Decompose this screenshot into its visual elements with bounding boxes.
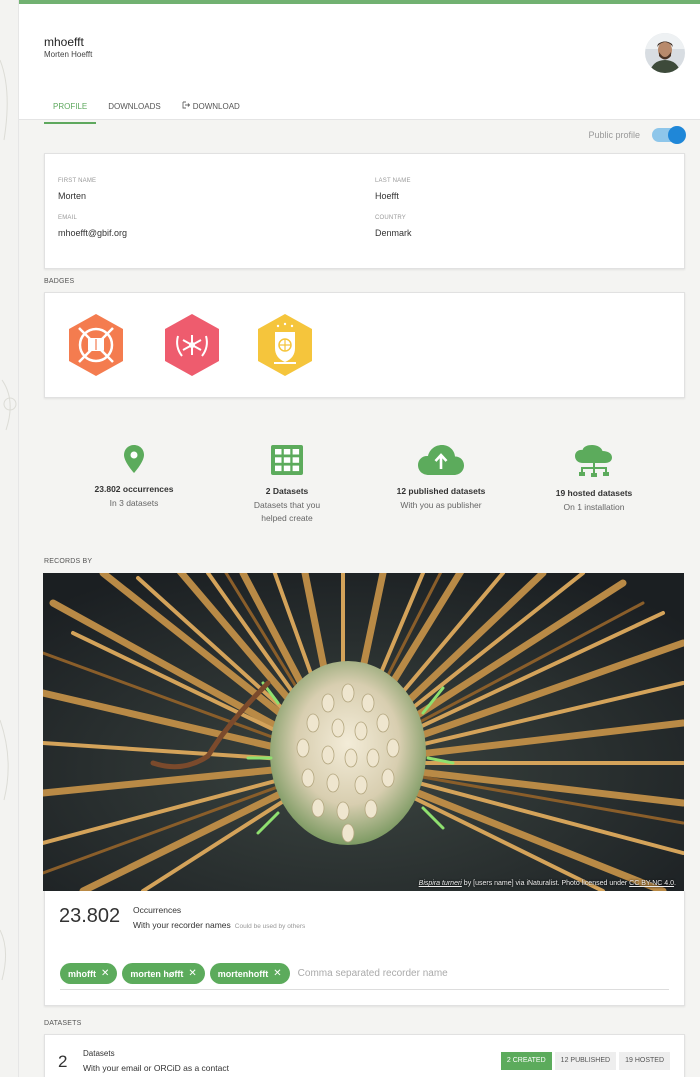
stat-datasets-sub: Datasets that you helped create (253, 500, 321, 523)
recorder-names-field: mhofft ✕ morten høfft ✕ mortenhofft ✕ (60, 963, 448, 984)
tab-downloads[interactable]: DOWNLOADS (108, 100, 160, 124)
first-name-value: Morten (58, 191, 87, 201)
close-icon[interactable]: ✕ (101, 968, 109, 979)
badges-heading: BADGES (44, 278, 75, 285)
occurrence-title: Occurrences (133, 905, 182, 915)
stat-datasets[interactable]: 2 Datasets Datasets that you helped crea… (222, 444, 352, 525)
occurrence-sub-text: With your recorder names (133, 920, 231, 930)
photo-credit: Bispira turneri by [users name] via iNat… (419, 880, 676, 887)
occurrence-count: 23.802 (59, 905, 121, 927)
country-value: Denmark (375, 228, 412, 238)
close-icon[interactable]: ✕ (188, 968, 196, 979)
public-profile-toggle[interactable] (652, 126, 686, 144)
email-label: EMAIL (58, 215, 78, 221)
star-badge-icon[interactable] (161, 312, 223, 378)
last-name-label: LAST NAME (375, 178, 411, 184)
occurrence-sub: With your recorder names Could be used by… (133, 920, 305, 930)
stat-datasets-title: 2 Datasets (265, 486, 309, 496)
tab-downloads-label: DOWNLOADS (108, 102, 161, 111)
occurrence-hint: Could be used by others (234, 923, 306, 930)
species-link[interactable]: Bispira turneri (419, 880, 462, 887)
recorder-names-input[interactable] (297, 968, 448, 979)
datasets-heading: DATASETS (44, 1020, 82, 1027)
recorder-chip-label: mhofft (68, 968, 96, 979)
stat-hosted-title: 19 hosted datasets (555, 488, 633, 498)
stat-published-sub: With you as publisher (400, 500, 482, 510)
last-name-value: Hoefft (375, 191, 399, 201)
stat-published-title: 12 published datasets (396, 486, 486, 496)
public-profile-row: Public profile (588, 126, 686, 144)
download-icon (182, 100, 190, 114)
full-name: Morten Hoefft (44, 50, 93, 59)
profile-page: mhoefft Morten Hoefft PROFILE DOWNLOADS … (18, 0, 700, 1077)
datasets-filter-group: 2 CREATED 12 PUBLISHED 19 HOSTED (500, 1052, 670, 1070)
cloud-tree-icon (575, 445, 612, 477)
close-icon[interactable]: ✕ (273, 968, 281, 979)
recorder-chip[interactable]: morten høfft ✕ (122, 963, 205, 984)
username: mhoefft (44, 35, 84, 49)
first-name-label: FIRST NAME (58, 178, 97, 184)
license-link[interactable]: CC BY-NC 4.0 (629, 880, 674, 887)
tab-download-label: DOWNLOAD (192, 102, 240, 111)
map-pin-icon (124, 445, 144, 473)
email-value: mhoefft@gbif.org (58, 228, 128, 238)
stat-occurrences[interactable]: 23.802 occurrences In 3 datasets (69, 444, 199, 510)
globe-badge-icon[interactable] (254, 312, 316, 378)
stat-occurrences-sub: In 3 datasets (109, 498, 159, 508)
profile-header: mhoefft Morten Hoefft PROFILE DOWNLOADS … (19, 0, 700, 124)
datasets-title: Datasets (83, 1049, 115, 1058)
input-underline (60, 989, 669, 990)
stat-published[interactable]: 12 published datasets With you as publis… (376, 444, 506, 512)
background-decoration (0, 59, 17, 981)
profile-details-card: FIRST NAME Morten LAST NAME Hoefft EMAIL… (44, 153, 685, 269)
credit-text: by [users name] via iNaturalist. Photo l… (461, 880, 630, 887)
recorder-chip[interactable]: mhofft ✕ (60, 963, 118, 984)
toggle-knob (668, 126, 686, 144)
grid-icon (271, 445, 303, 475)
hosted-button[interactable]: 19 HOSTED (619, 1052, 670, 1070)
records-heading: RECORDS BY (44, 558, 93, 565)
datasets-sub: With your email or ORCiD as a contact (83, 1063, 229, 1073)
created-button[interactable]: 2 CREATED (500, 1052, 552, 1070)
avatar[interactable] (645, 33, 685, 73)
tab-download[interactable]: DOWNLOAD (182, 100, 240, 124)
stat-hosted[interactable]: 19 hosted datasets On 1 installation (529, 444, 659, 514)
recorder-chip[interactable]: mortenhofft ✕ (209, 963, 290, 984)
published-button[interactable]: 12 PUBLISHED (554, 1052, 617, 1070)
tab-profile-label: PROFILE (53, 102, 88, 111)
stat-occurrences-title: 23.802 occurrences (94, 484, 174, 494)
stat-hosted-sub: On 1 installation (563, 502, 625, 512)
profile-tabs: PROFILE DOWNLOADS DOWNLOAD (44, 100, 261, 124)
species-photo: Bispira turneri by [users name] via iNat… (43, 573, 684, 891)
cloud-upload-icon (418, 445, 464, 475)
book-badge-icon[interactable] (65, 312, 127, 378)
recorder-chip-label: morten høfft (130, 968, 184, 979)
records-card: 23.802 Occurrences With your recorder na… (44, 891, 685, 1006)
country-label: COUNTRY (375, 215, 406, 221)
datasets-card: 2 Datasets With your email or ORCiD as a… (44, 1034, 685, 1077)
credit-end: . (674, 880, 676, 887)
public-profile-label: Public profile (588, 130, 640, 140)
tab-profile[interactable]: PROFILE (44, 100, 97, 124)
badges-card (44, 292, 685, 398)
datasets-count: 2 (58, 1052, 68, 1071)
species-photo-image (43, 573, 684, 891)
recorder-chip-label: mortenhofft (217, 968, 269, 979)
